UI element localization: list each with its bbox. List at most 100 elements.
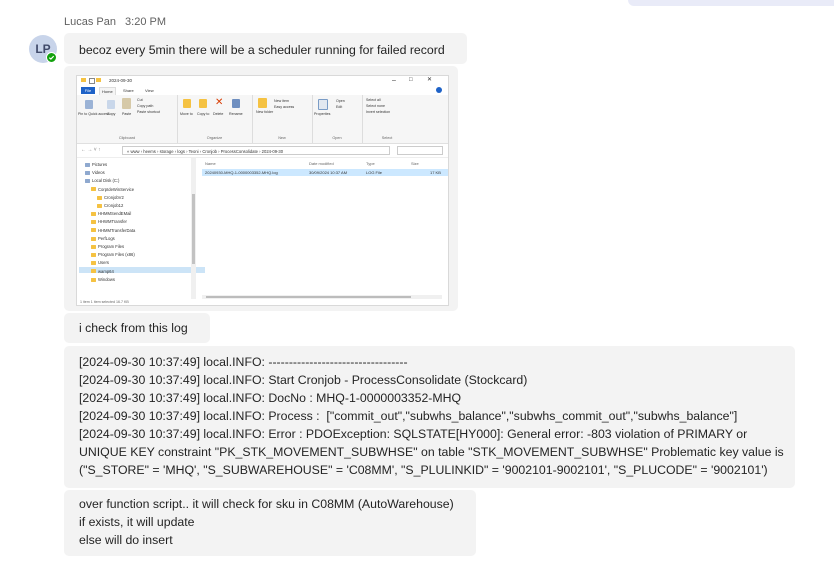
nav-item-label: CronjobV2 <box>104 194 124 200</box>
close-icon: ✕ <box>427 77 433 83</box>
copy-icon <box>107 100 115 109</box>
folder-icon <box>91 220 96 225</box>
column-date-modified: Date modified <box>309 161 334 166</box>
paste-shortcut-label: Paste shortcut <box>137 110 160 114</box>
previous-message-bubble <box>628 0 834 6</box>
folder-icon <box>91 261 96 266</box>
folder-icon <box>91 277 96 282</box>
message-line: over function script.. it will check for… <box>79 497 454 511</box>
nav-item: CorpIdeWinService <box>91 187 134 193</box>
copy-label: Copy <box>107 112 116 116</box>
nav-item-label: PerfLogs <box>98 235 115 241</box>
clipboard-group-label: Clipboard <box>118 136 136 140</box>
log-message-bubble[interactable]: [2024-09-30 10:37:49] local.INFO: ------… <box>64 346 795 488</box>
presence-available-icon <box>46 52 57 63</box>
nav-item-label: Program Files <box>98 244 125 249</box>
nav-item-label: Windows <box>98 276 115 282</box>
tab-share: Share <box>123 88 134 93</box>
rename-label: Rename <box>229 112 243 116</box>
navigation-pane: Pictures Videos Local Disk (C:) CorpIdeWinS… <box>77 158 205 299</box>
copy-to-icon <box>199 99 207 108</box>
nav-item-label: Cronjob12 <box>104 203 124 208</box>
easy-access-label: Easy access <box>274 105 295 109</box>
nav-item-label: Program Files (x86) <box>98 252 135 258</box>
log-line: [2024-09-30 10:37:49] local.INFO: ------… <box>79 355 408 369</box>
explorer-title: 2024-09-30 <box>109 78 133 83</box>
column-type: Type <box>366 161 375 166</box>
nav-item: Users <box>91 260 109 266</box>
folder-icon <box>85 179 90 184</box>
explorer-status-bar: 1 item 1 item selected 16.7 KB <box>77 299 448 305</box>
folder-icon <box>91 236 96 241</box>
paste-label: Paste <box>122 112 132 116</box>
nav-item-label: HHMMSendEMail <box>98 211 132 217</box>
delete-label: Delete <box>213 112 224 116</box>
nav-item: HHWMTransfer <box>91 219 127 225</box>
file-name: 20240930-MHQ-1-0000003352-MHQ.log <box>205 169 278 175</box>
message-text: i check from this log <box>79 321 188 335</box>
message-line: else will do insert <box>79 533 173 547</box>
folder-icon <box>91 244 96 249</box>
select-all-label: Select all <box>366 98 381 102</box>
log-line: [2024-09-30 10:37:49] local.INFO: Error … <box>79 427 748 441</box>
folder-icon <box>97 203 102 208</box>
pin-label: Pin to Quick access <box>78 112 110 116</box>
new-group-label: New <box>278 136 286 140</box>
explorer-screenshot-image[interactable]: 2024-09-30 – □ ✕ File Home Share View Pi… <box>76 75 449 306</box>
nav-item-label: Local Disk (C:) <box>92 178 120 184</box>
nav-item-label: wamp64 <box>98 268 114 274</box>
properties-icon <box>318 99 328 110</box>
new-item-label: New item <box>274 99 289 103</box>
log-line: ("S_STORE" = 'MHQ', "S_SUBWAREHOUSE" = '… <box>79 463 768 477</box>
folder-icon <box>91 187 96 192</box>
file-date: 30/09/2024 10:37 AM <box>309 169 348 175</box>
select-group-label: Select <box>381 136 393 140</box>
log-line: [2024-09-30 10:37:49] local.INFO: DocNo … <box>79 391 462 405</box>
nav-item-label: Pictures <box>92 162 108 167</box>
new-folder-icon <box>96 78 101 82</box>
file-type: LOG File <box>366 169 383 175</box>
folder-icon <box>91 228 96 233</box>
message-line: if exists, it will update <box>79 515 195 529</box>
nav-item: Local Disk (C:) <box>85 178 119 184</box>
status-text: 1 item 1 item selected 16.7 KB <box>80 300 129 304</box>
nav-item-label: Videos <box>92 170 105 176</box>
nav-item: Cronjob12 <box>97 203 123 209</box>
image-message-bubble[interactable]: 2024-09-30 – □ ✕ File Home Share View Pi… <box>64 66 458 311</box>
sender-name[interactable]: Lucas Pan <box>64 16 116 28</box>
nav-item-label: CorpIdeWinService <box>98 186 135 192</box>
column-size: Size <box>411 161 419 166</box>
paste-icon <box>122 98 131 109</box>
log-line: [2024-09-30 10:37:49] local.INFO: Start … <box>79 373 528 387</box>
folder-icon <box>81 78 86 82</box>
message-bubble[interactable]: i check from this log <box>64 313 210 343</box>
message-bubble[interactable]: over function script.. it will check for… <box>64 490 476 556</box>
select-group: Select all Select none Invert selection … <box>362 95 412 143</box>
nav-item: Windows <box>91 277 115 283</box>
clipboard-group: Pin to Quick access Copy Paste Cut Copy … <box>77 95 178 143</box>
nav-item-label: Users <box>98 260 109 266</box>
nav-item-label: HHWMTransfer <box>98 219 127 225</box>
message-bubble[interactable]: becoz every 5min there will be a schedul… <box>64 33 467 64</box>
nav-item: wamp64 <box>91 269 114 275</box>
folder-icon <box>85 162 90 167</box>
nav-item: HHMMTransferData <box>91 228 135 234</box>
nav-item: PerfLogs <box>91 236 115 242</box>
nav-item-label: HHMMTransferData <box>98 227 136 233</box>
folder-icon <box>85 171 90 176</box>
move-to-icon <box>183 99 191 108</box>
address-bar: ← → ˅ ↑ « www › heems › storage › logs ›… <box>77 145 448 158</box>
nav-item: Videos <box>85 170 105 176</box>
ribbon: Pin to Quick access Copy Paste Cut Copy … <box>77 95 448 144</box>
open-label: Open <box>336 99 345 103</box>
file-size: 17 KB <box>430 169 441 175</box>
properties-label: Properties <box>314 112 331 116</box>
pin-icon <box>85 100 93 109</box>
move-to-label: Move to <box>180 112 193 116</box>
nav-item: Pictures <box>85 162 107 168</box>
tab-file: File <box>81 87 95 94</box>
new-folder-label: New folder <box>256 110 274 114</box>
file-row: 20240930-MHQ-1-0000003352-MHQ.log 30/09/… <box>202 169 448 176</box>
tab-view: View <box>145 88 154 93</box>
select-none-label: Select none <box>366 104 385 108</box>
